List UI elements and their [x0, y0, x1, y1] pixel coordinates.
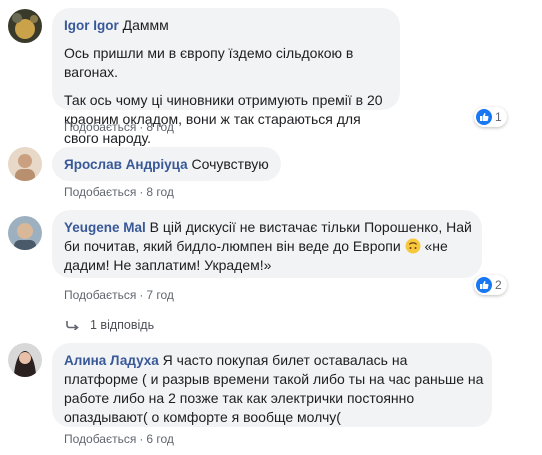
- reaction-count[interactable]: 1: [474, 107, 507, 127]
- comment-text: би почитав, який бидло-люмпен він веде д…: [64, 238, 401, 254]
- comment-bubble: Ярослав Андріуца Сочувствую: [52, 147, 281, 181]
- comment-text: платформе ( и разрыв времени такой либо …: [64, 371, 484, 387]
- comment-actions: Подобається · 6 год: [64, 432, 174, 446]
- comment-author[interactable]: Ярослав Андріуца: [64, 157, 188, 172]
- timestamp[interactable]: 8 год: [146, 120, 174, 134]
- comment-author[interactable]: Igor Igor: [64, 18, 119, 33]
- comment-actions: Подобається · 8 год: [64, 120, 174, 134]
- reaction-number: 1: [495, 110, 502, 124]
- reaction-number: 2: [495, 278, 502, 292]
- avatar[interactable]: [8, 147, 42, 181]
- comment-bubble: Igor Igor Даммм Ось пришли ми в європу ї…: [52, 8, 400, 146]
- avatar[interactable]: [8, 343, 42, 377]
- comment-text: Даммм: [122, 17, 169, 33]
- like-link[interactable]: Подобається: [64, 120, 136, 134]
- like-link[interactable]: Подобається: [64, 185, 136, 199]
- comment-text: опаздывают( о комфорте я вообще молчу(: [64, 409, 341, 425]
- thumbs-up-icon: [476, 277, 492, 293]
- timestamp[interactable]: 7 год: [146, 288, 174, 302]
- reply-arrow-icon: [66, 321, 79, 330]
- comment-bubble: Yeugene Mal В цій дискусії не вистачає т…: [52, 210, 482, 278]
- like-link[interactable]: Подобається: [64, 432, 136, 446]
- avatar[interactable]: [8, 9, 42, 43]
- comment-bubble: Алина Ладуха Я часто покупая билет остав…: [52, 343, 492, 427]
- comment-text: Я часто покупая билет оставалась на: [162, 352, 408, 368]
- view-replies-link[interactable]: 1 відповідь: [66, 318, 154, 332]
- like-link[interactable]: Подобається: [64, 288, 136, 302]
- upside-down-face-emoji: [405, 238, 421, 254]
- timestamp[interactable]: 8 год: [146, 185, 174, 199]
- comment-text: «не: [424, 238, 448, 254]
- comment-author[interactable]: Алина Ладуха: [64, 353, 159, 368]
- reaction-count[interactable]: 2: [474, 275, 507, 295]
- comment-author[interactable]: Yeugene Mal: [64, 220, 146, 235]
- thumbs-up-icon: [476, 109, 492, 125]
- avatar[interactable]: [8, 216, 42, 250]
- comment-actions: Подобається · 8 год: [64, 185, 174, 199]
- replies-count[interactable]: 1 відповідь: [90, 318, 154, 332]
- comment-text: дадим! Не заплатим! Украдем!»: [64, 257, 272, 273]
- comment-paragraph: Ось пришли ми в європу їздемо сільдокою …: [64, 45, 354, 80]
- comment-text: В цій дискусії не вистачає тільки Пороше…: [149, 219, 472, 235]
- timestamp[interactable]: 6 год: [146, 432, 174, 446]
- comment-actions: Подобається · 7 год: [64, 288, 174, 302]
- comment-text: Сочувствую: [191, 156, 269, 172]
- comment-text: работе либо на 2 позже так как электричк…: [64, 390, 415, 406]
